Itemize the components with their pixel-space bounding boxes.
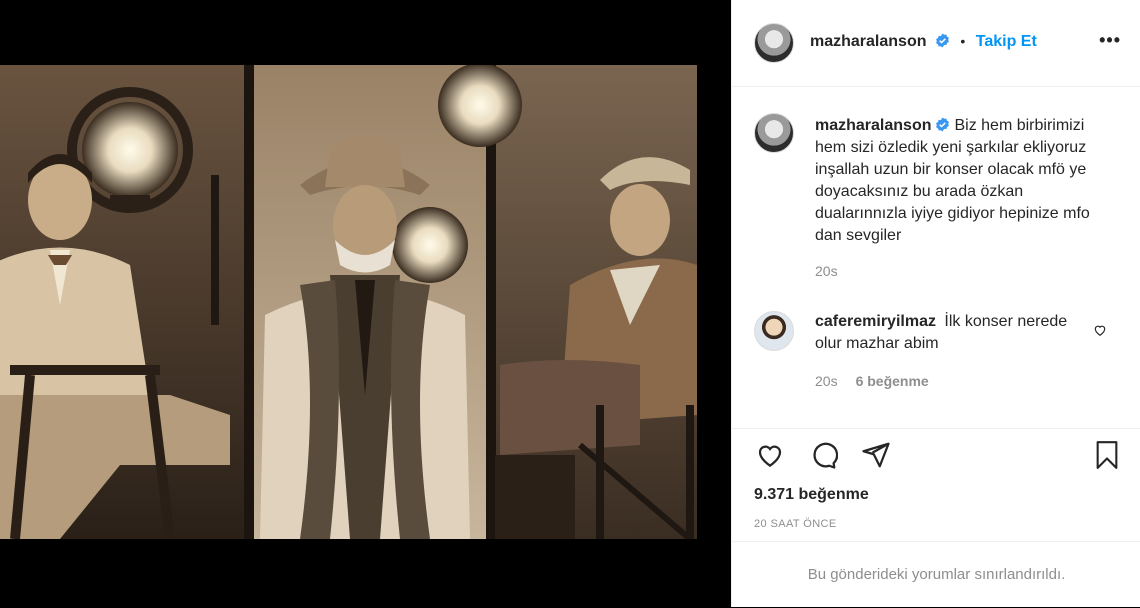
commenter-username[interactable]: caferemiryilmaz	[815, 313, 936, 330]
caption: mazharalanson Biz hem birbirimizi hem si…	[815, 115, 1105, 247]
post-header: mazharalanson • Takip Et •••	[732, 0, 1140, 87]
heart-icon[interactable]	[754, 440, 786, 470]
caption-meta: 20s	[815, 263, 838, 279]
caption-author-avatar[interactable]	[754, 113, 794, 153]
more-options-icon[interactable]: •••	[1099, 30, 1121, 51]
comments-area: mazharalanson Biz hem birbirimizi hem si…	[732, 87, 1140, 427]
comment-time[interactable]: 20s	[815, 373, 838, 389]
author-line: mazharalanson • Takip Et	[810, 33, 1037, 51]
comment-meta: 20s 6 beğenme	[815, 373, 929, 389]
bookmark-icon[interactable]	[1093, 439, 1121, 471]
posted-time[interactable]: 20 SAAT ÖNCE	[754, 518, 837, 530]
caption-author[interactable]: mazharalanson	[815, 117, 931, 134]
post-side-panel: mazharalanson • Takip Et ••• mazharalans…	[731, 0, 1140, 607]
comment-item: caferemiryilmaz İlk konser nerede olur m…	[815, 311, 1090, 355]
caption-time[interactable]: 20s	[815, 263, 838, 279]
follow-button[interactable]: Takip Et	[976, 33, 1037, 50]
verified-badge-icon	[936, 33, 949, 48]
post-photo-illustration	[0, 65, 697, 539]
like-count[interactable]: 9.371 beğenme	[754, 486, 869, 504]
separator-dot: •	[960, 33, 966, 49]
author-avatar[interactable]	[754, 23, 794, 63]
post-actions: 9.371 beğenme 20 SAAT ÖNCE	[732, 428, 1140, 541]
media-pane	[0, 0, 731, 607]
commenter-avatar[interactable]	[754, 311, 794, 351]
comment-icon[interactable]	[808, 440, 838, 470]
comment-likes[interactable]: 6 beğenme	[856, 373, 929, 389]
caption-text: Biz hem birbirimizi hem sizi özledik yen…	[815, 117, 1090, 244]
comment-like-heart-icon[interactable]	[1093, 323, 1107, 337]
post-photo[interactable]	[0, 65, 697, 539]
verified-badge-icon	[936, 117, 950, 132]
share-icon[interactable]	[861, 440, 891, 470]
author-username[interactable]: mazharalanson	[810, 33, 926, 50]
comments-restricted-notice: Bu gönderideki yorumlar sınırlandırıldı.	[732, 541, 1140, 608]
